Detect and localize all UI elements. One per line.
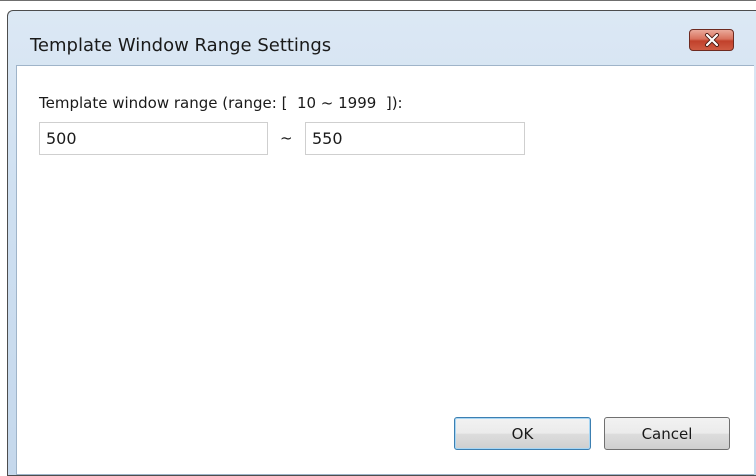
range-settings-dialog: Template Window Range Settings Template … [7,10,756,476]
range-min-input[interactable] [39,122,268,155]
screen: Template Window Range Settings Template … [0,0,756,476]
range-label: Template window range (range: [ 10 ~ 199… [39,94,403,112]
dialog-title: Template Window Range Settings [30,35,332,56]
range-separator: ~ [280,129,293,147]
title-bar[interactable]: Template Window Range Settings [8,11,756,65]
ok-button[interactable]: OK [454,417,591,450]
range-max-input[interactable] [305,122,525,155]
dialog-content: Template window range (range: [ 10 ~ 199… [16,65,754,475]
cancel-button[interactable]: Cancel [604,417,730,450]
close-icon [704,33,719,47]
window-top-border [0,0,756,1]
close-button[interactable] [689,29,734,51]
